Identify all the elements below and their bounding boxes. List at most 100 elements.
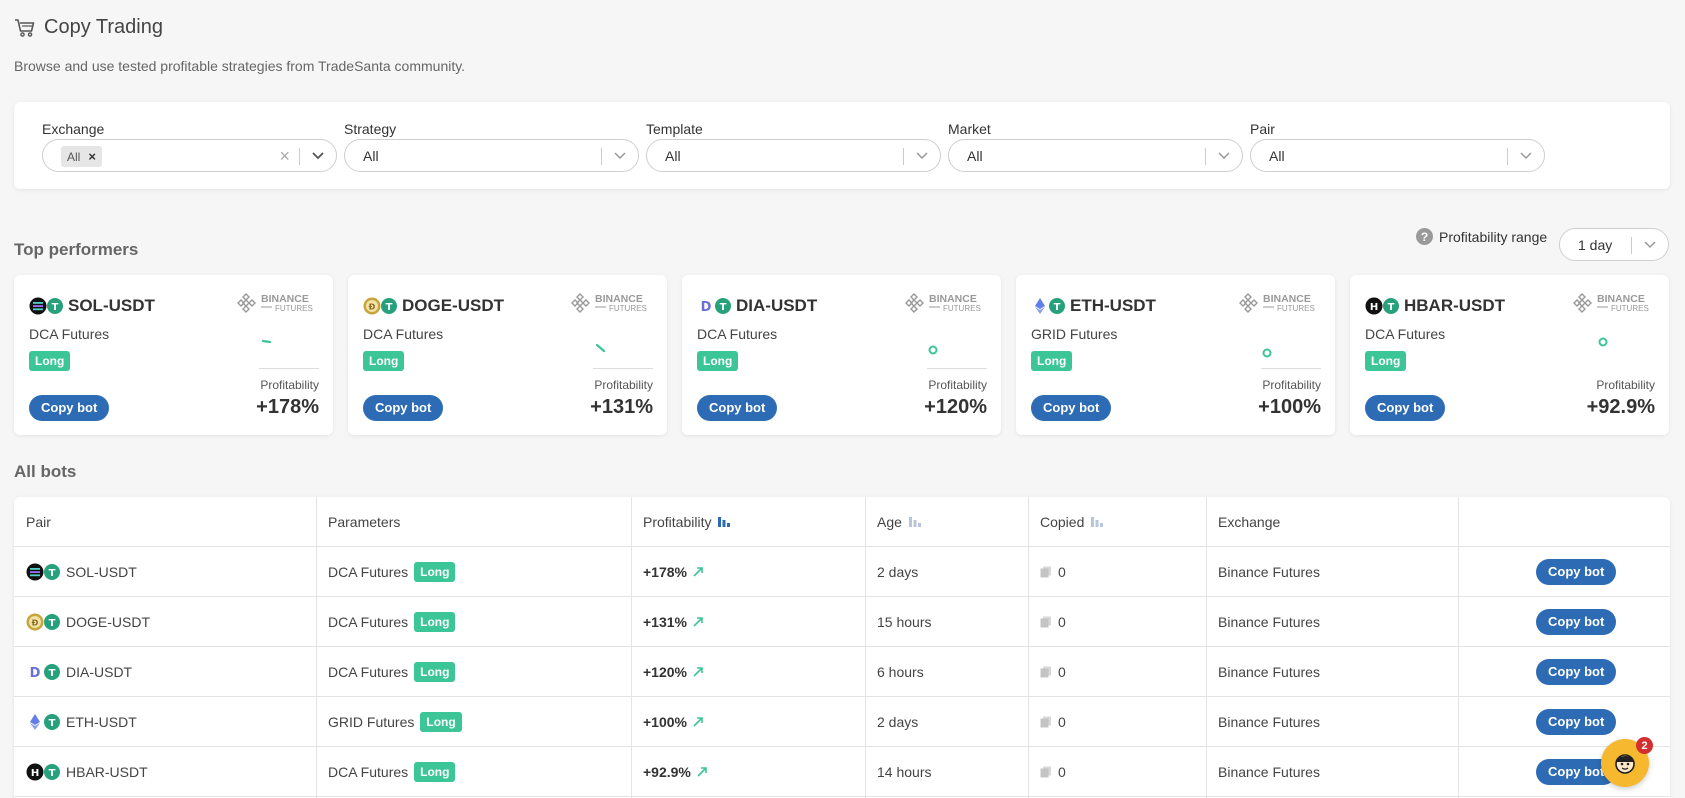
cell-profitability: +131% xyxy=(631,597,703,647)
copy-count-icon xyxy=(1040,666,1051,678)
copy-bot-button[interactable]: Copy bot xyxy=(1536,709,1617,735)
help-icon[interactable]: ? xyxy=(1416,228,1433,245)
sort-icon[interactable] xyxy=(1090,516,1104,528)
svg-text:T: T xyxy=(1388,302,1395,313)
cell-pair: T ETH-USDT xyxy=(14,697,137,747)
cart-icon xyxy=(15,18,35,37)
parameters-text: DCA Futures xyxy=(328,564,409,580)
exchange-chip: All × xyxy=(61,146,102,167)
page-title: Copy Trading xyxy=(44,16,163,38)
binance-futures-logo: BINANCE FUTURES xyxy=(237,293,313,313)
cell-parameters: DCA Futures Long xyxy=(316,747,456,797)
exchange-select[interactable]: All × × xyxy=(42,139,337,172)
card-pair: DIA-USDT xyxy=(736,296,818,315)
chip-remove-icon[interactable]: × xyxy=(88,149,96,164)
exchange-value: Binance Futures xyxy=(1218,764,1320,780)
parameters-text: DCA Futures xyxy=(328,664,409,680)
cell-action: Copy bot xyxy=(1524,647,1617,697)
age-value: 15 hours xyxy=(877,614,932,630)
support-chat-button[interactable]: 2 xyxy=(1601,737,1653,787)
cell-pair: T H HBAR-USDT xyxy=(14,747,148,797)
long-badge: Long xyxy=(414,612,456,632)
card-profit: +92.9% xyxy=(1586,396,1655,418)
cell-age: 6 hours xyxy=(865,647,924,697)
copy-bot-button[interactable]: Copy bot xyxy=(1031,395,1112,421)
select-separator xyxy=(1507,148,1508,165)
doge-usdt-pair-icon: T Ð xyxy=(363,297,397,315)
exchange-logo-line2: FUTURES xyxy=(275,304,313,313)
chevron-down-icon[interactable] xyxy=(311,150,325,162)
table-row: T H HBAR-USDT DCA Futures Long +92.9% 14 hours… xyxy=(14,747,1670,797)
chevron-down-icon[interactable] xyxy=(1217,150,1231,162)
col-copied[interactable]: Copied xyxy=(1028,497,1104,547)
support-avatar-icon xyxy=(1615,754,1635,774)
filter-strategy: Strategy All xyxy=(344,119,639,172)
chevron-down-icon[interactable] xyxy=(1519,150,1533,162)
copied-value: 0 xyxy=(1058,714,1066,730)
exchange-value: Binance Futures xyxy=(1218,664,1320,680)
col-exchange-label: Exchange xyxy=(1218,514,1281,530)
table-row: T ETH-USDT GRID Futures Long +100% 2 days 0 Bin… xyxy=(14,697,1670,747)
select-separator xyxy=(1205,148,1206,165)
template-select[interactable]: All xyxy=(646,139,941,172)
copy-bot-button[interactable]: Copy bot xyxy=(363,395,444,421)
svg-text:T: T xyxy=(386,302,393,313)
performer-card: T ETH-USDT GRID Futures Long Copy bot BI… xyxy=(1016,275,1335,435)
copy-bot-button[interactable]: Copy bot xyxy=(1536,659,1617,685)
card-profit: +178% xyxy=(256,396,319,418)
cell-age: 2 days xyxy=(865,547,918,597)
range-select[interactable]: 1 day xyxy=(1559,228,1669,261)
market-select[interactable]: All xyxy=(948,139,1243,172)
table-row: T SOL-USDT DCA Futures Long +178% 2 days 0 Bina… xyxy=(14,547,1670,597)
cell-copied: 0 xyxy=(1028,547,1066,597)
chevron-down-icon[interactable] xyxy=(613,150,627,162)
col-parameters-label: Parameters xyxy=(328,514,401,530)
trend-up-icon xyxy=(693,617,703,627)
binance-futures-logo: BINANCE FUTURES xyxy=(1573,293,1649,313)
card-profit: +131% xyxy=(590,396,653,418)
chevron-down-icon[interactable] xyxy=(1643,239,1657,251)
profit-sparkline xyxy=(928,345,938,355)
filter-strategy-label: Strategy xyxy=(344,121,397,137)
pair-icon: TH xyxy=(26,763,60,781)
copy-bot-button[interactable]: Copy bot xyxy=(1536,609,1617,635)
cell-pair: T Ð DOGE-USDT xyxy=(14,597,150,647)
pair-name: DOGE-USDT xyxy=(66,614,150,630)
profitability-label: Profitability xyxy=(1596,378,1655,392)
copy-bot-button[interactable]: Copy bot xyxy=(29,395,110,421)
col-pair: Pair xyxy=(14,497,51,547)
filters-panel: Exchange All × × Strategy All Template A… xyxy=(14,102,1670,189)
col-age[interactable]: Age xyxy=(865,497,922,547)
copy-bot-button[interactable]: Copy bot xyxy=(1536,559,1617,585)
age-value: 2 days xyxy=(877,714,919,730)
svg-text:T: T xyxy=(49,668,56,679)
card-strategy: GRID Futures xyxy=(1031,326,1118,342)
copied-value: 0 xyxy=(1058,764,1066,780)
col-parameters: Parameters xyxy=(316,497,400,547)
long-badge: Long xyxy=(1031,351,1073,371)
col-profitability[interactable]: Profitability xyxy=(631,497,731,547)
strategy-select[interactable]: All xyxy=(344,139,639,172)
svg-text:T: T xyxy=(49,568,56,579)
copy-count-icon xyxy=(1040,566,1051,578)
sort-icon[interactable] xyxy=(908,516,922,528)
filter-template: Template All xyxy=(646,119,941,172)
binance-futures-logo: BINANCE FUTURES xyxy=(571,293,647,313)
table-row: T Ð DOGE-USDT DCA Futures Long +131% 15 hours 0… xyxy=(14,597,1670,647)
copy-bot-button[interactable]: Copy bot xyxy=(1365,395,1446,421)
pair-select[interactable]: All xyxy=(1250,139,1545,172)
pair-name: DIA-USDT xyxy=(66,664,133,680)
sort-icon[interactable] xyxy=(717,516,731,528)
cell-age: 2 days xyxy=(865,697,918,747)
copy-bot-button[interactable]: Copy bot xyxy=(697,395,778,421)
clear-icon[interactable]: × xyxy=(279,146,290,167)
select-separator xyxy=(601,148,602,165)
chevron-down-icon[interactable] xyxy=(915,150,929,162)
performer-card: T D DIA-USDT DCA Futures Long Copy bot B… xyxy=(682,275,1001,435)
cell-exchange: Binance Futures xyxy=(1206,747,1320,797)
cell-profitability: +92.9% xyxy=(631,747,707,797)
pair-icon: T xyxy=(30,714,60,730)
sparkline-baseline xyxy=(927,368,987,369)
age-value: 2 days xyxy=(877,564,919,580)
notification-badge: 2 xyxy=(1636,737,1653,754)
